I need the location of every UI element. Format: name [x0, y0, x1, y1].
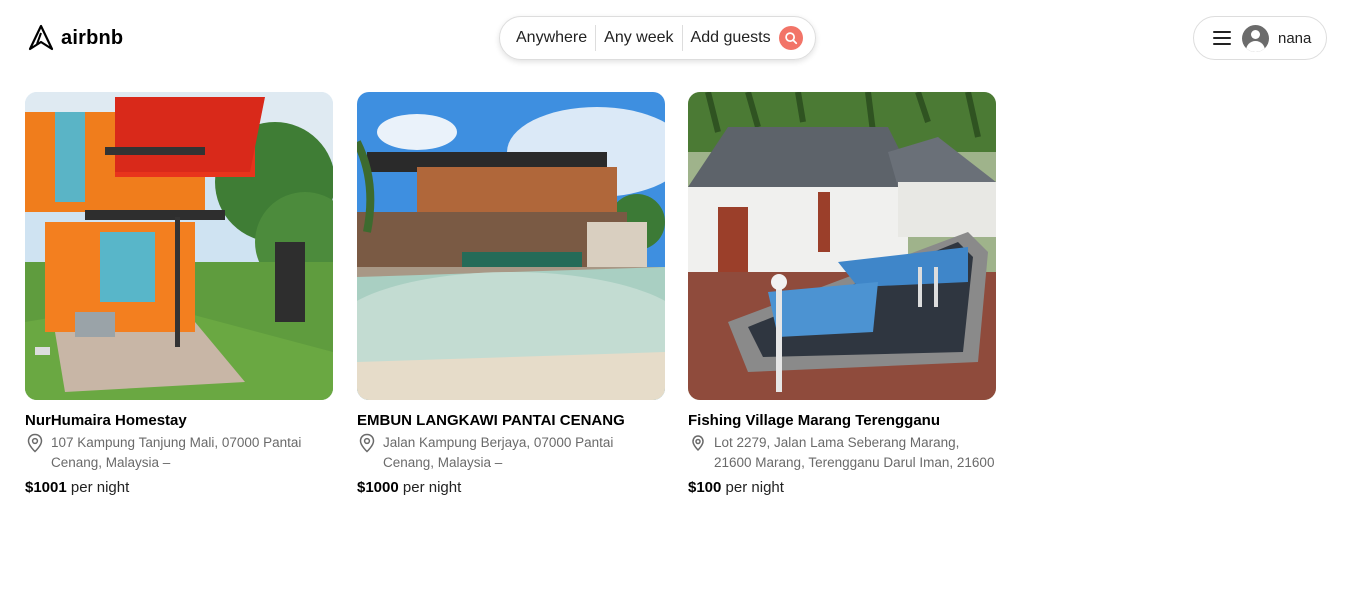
- location-pin-icon: [688, 433, 708, 473]
- listing-price: $100 per night: [688, 479, 996, 496]
- search-divider: [681, 25, 683, 51]
- search-button[interactable]: [778, 26, 803, 50]
- listing-price-suffix: per night: [402, 479, 462, 496]
- user-name: nana: [1278, 29, 1312, 47]
- airbnb-logo-icon: [27, 24, 55, 52]
- listing-address: Jalan Kampung Berjaya, 07000 Pantai Cena…: [357, 433, 665, 473]
- listing-card[interactable]: NurHumaira Homestay 107 Kampung Tanjung …: [25, 92, 333, 496]
- listing-image[interactable]: [25, 92, 333, 400]
- location-pin-icon: [357, 433, 377, 473]
- listing-card[interactable]: EMBUN LANGKAWI PANTAI CENANG Jalan Kampu…: [357, 92, 665, 496]
- listing-image[interactable]: [688, 92, 996, 400]
- listing-price: $1001 per night: [25, 479, 333, 496]
- brand-name: airbnb: [61, 26, 124, 49]
- hamburger-icon: [1213, 31, 1231, 45]
- user-avatar-icon: [1242, 24, 1269, 52]
- search-guests[interactable]: Add guests: [691, 29, 771, 47]
- listing-address: 107 Kampung Tanjung Mali, 07000 Pantai C…: [25, 433, 333, 473]
- airbnb-logo[interactable]: airbnb: [27, 24, 123, 52]
- listing-title[interactable]: Fishing Village Marang Terengganu: [688, 412, 996, 429]
- listing-address-text: Jalan Kampung Berjaya, 07000 Pantai Cena…: [383, 435, 614, 470]
- listing-address-text: 107 Kampung Tanjung Mali, 07000 Pantai C…: [51, 435, 302, 470]
- search-where[interactable]: Anywhere: [516, 29, 587, 47]
- listing-address-text: Lot 2279, Jalan Lama Seberang Marang, 21…: [714, 435, 995, 470]
- listing-price-amount: $1001: [25, 479, 67, 496]
- listing-price: $1000 per night: [357, 479, 665, 496]
- search-when[interactable]: Any week: [604, 29, 673, 47]
- location-pin-icon: [25, 433, 45, 473]
- listing-price-suffix: per night: [70, 479, 130, 496]
- listing-image[interactable]: [357, 92, 665, 400]
- listing-title[interactable]: NurHumaira Homestay: [25, 412, 333, 429]
- user-menu-button[interactable]: nana: [1193, 16, 1327, 60]
- search-bar[interactable]: Anywhere Any week Add guests: [499, 16, 816, 60]
- search-divider: [595, 25, 597, 51]
- listing-card[interactable]: Fishing Village Marang Terengganu Lot 22…: [688, 92, 996, 496]
- listing-address: Lot 2279, Jalan Lama Seberang Marang, 21…: [688, 433, 996, 473]
- listing-price-suffix: per night: [725, 479, 784, 496]
- search-icon: [784, 32, 797, 45]
- listing-price-amount: $1000: [357, 479, 399, 496]
- listing-price-amount: $100: [688, 479, 722, 496]
- listing-title[interactable]: EMBUN LANGKAWI PANTAI CENANG: [357, 412, 665, 429]
